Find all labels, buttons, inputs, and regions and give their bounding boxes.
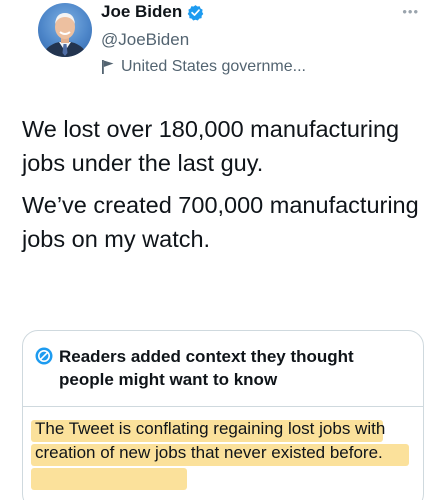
verified-badge-icon bbox=[187, 4, 204, 21]
tweet-text: We lost over 180,000 manufacturing jobs … bbox=[22, 112, 422, 256]
community-note-title: Readers added context they thought peopl… bbox=[59, 347, 354, 389]
community-note-header: Readers added context they thought peopl… bbox=[23, 331, 423, 407]
community-note-body: The Tweet is conflating regaining lost j… bbox=[23, 407, 423, 490]
tweet-paragraph-1: We lost over 180,000 manufacturing jobs … bbox=[22, 116, 400, 176]
tweet-paragraph-2: We’ve created 700,000 manufacturing jobs… bbox=[22, 192, 419, 252]
more-icon[interactable]: ••• bbox=[402, 4, 419, 19]
affiliation-label[interactable]: United States governme... bbox=[101, 58, 306, 76]
highlight-mark bbox=[31, 468, 187, 490]
avatar-image bbox=[42, 13, 88, 57]
tweet-card: Joe Biden ••• @JoeBiden United States go… bbox=[0, 0, 429, 500]
display-name[interactable]: Joe Biden bbox=[101, 2, 182, 22]
avatar[interactable] bbox=[38, 3, 92, 57]
flag-icon bbox=[101, 59, 115, 75]
user-handle[interactable]: @JoeBiden bbox=[101, 30, 189, 50]
community-note-text: The Tweet is conflating regaining lost j… bbox=[35, 419, 386, 462]
community-note: Readers added context they thought peopl… bbox=[22, 330, 424, 500]
birdwatch-icon bbox=[35, 347, 53, 365]
affiliation-text: United States governme... bbox=[121, 58, 306, 75]
author-name-row: Joe Biden bbox=[101, 2, 204, 22]
